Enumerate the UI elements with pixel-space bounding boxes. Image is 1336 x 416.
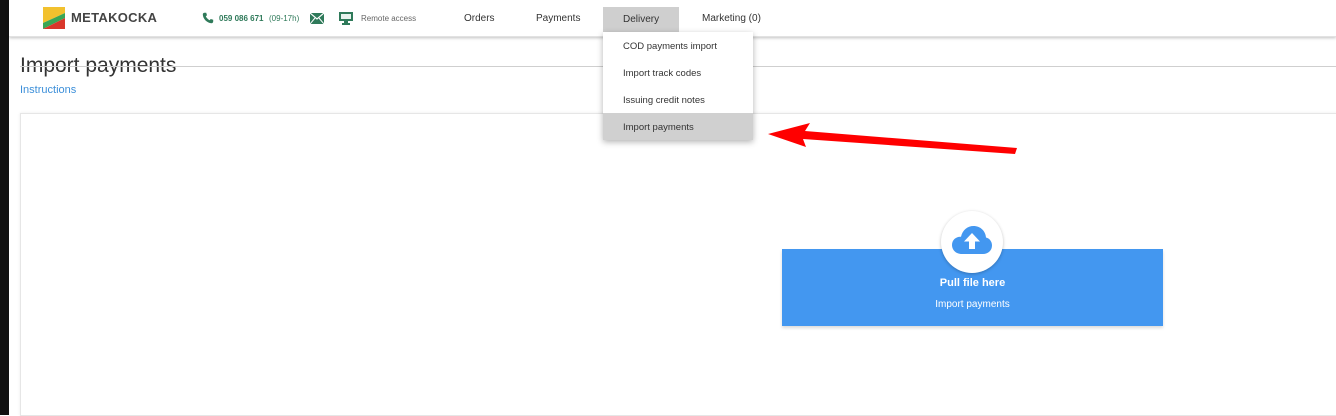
nav-delivery-label: Delivery <box>623 14 660 25</box>
phone-number[interactable]: 059 086 671 <box>219 14 264 23</box>
phone-icon <box>202 12 214 24</box>
window-left-edge <box>0 0 9 415</box>
monitor-icon[interactable] <box>339 12 353 25</box>
drop-subtitle: Import payments <box>935 299 1010 310</box>
nav-payments[interactable]: Payments <box>536 13 580 24</box>
brand-name[interactable]: METAKOCKA <box>71 10 157 25</box>
nav-delivery[interactable]: Delivery <box>603 7 679 32</box>
cloud-upload-icon <box>952 226 992 254</box>
menu-item-import-track-codes[interactable]: Import track codes <box>603 59 753 86</box>
mail-icon[interactable] <box>310 13 324 24</box>
metakocka-logo-icon[interactable] <box>43 7 65 29</box>
delivery-dropdown-menu: COD payments import Import track codes I… <box>603 32 753 140</box>
nav-marketing[interactable]: Marketing (0) <box>702 13 761 24</box>
drop-title: Pull file here <box>939 277 1006 289</box>
menu-item-cod-payments-import[interactable]: COD payments import <box>603 32 753 59</box>
remote-access-link[interactable]: Remote access <box>361 14 416 23</box>
instructions-link[interactable]: Instructions <box>20 84 76 96</box>
menu-item-label: Import payments <box>623 122 694 133</box>
menu-item-label: COD payments import <box>623 41 717 52</box>
menu-item-issuing-credit-notes[interactable]: Issuing credit notes <box>603 86 753 113</box>
nav-orders[interactable]: Orders <box>464 13 495 24</box>
red-arrow-icon <box>768 123 1017 154</box>
menu-item-import-payments[interactable]: Import payments <box>603 113 753 140</box>
menu-item-label: Issuing credit notes <box>623 95 705 106</box>
phone-hours: (09-17h) <box>269 14 300 23</box>
menu-item-label: Import track codes <box>623 68 702 79</box>
upload-button[interactable] <box>941 211 1003 273</box>
